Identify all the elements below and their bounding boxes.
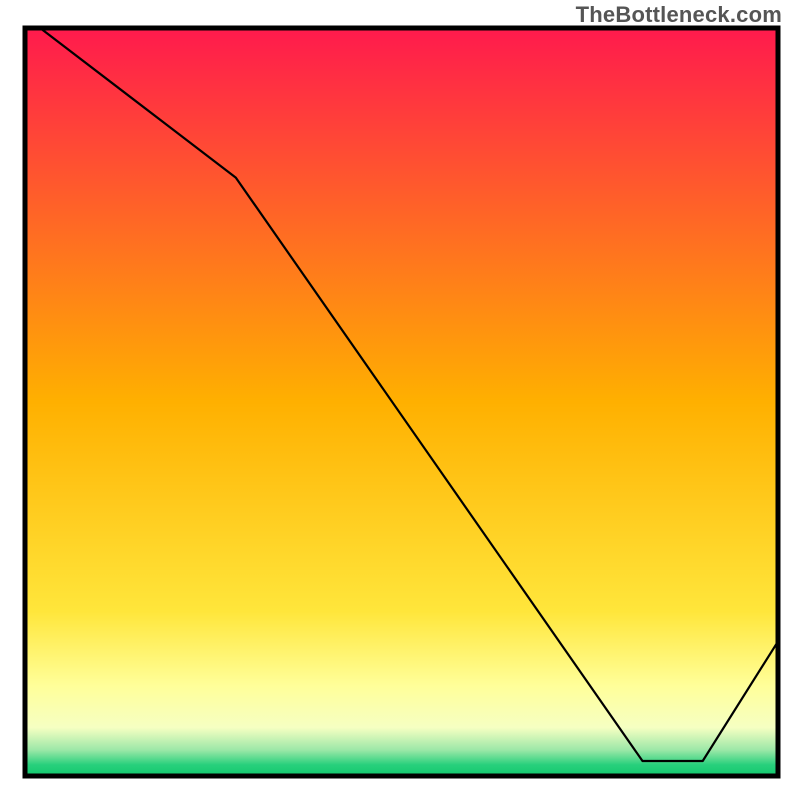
watermark-text: TheBottleneck.com xyxy=(576,2,782,28)
plot-background xyxy=(25,28,778,776)
line-chart xyxy=(0,0,800,800)
chart-container: TheBottleneck.com xyxy=(0,0,800,800)
